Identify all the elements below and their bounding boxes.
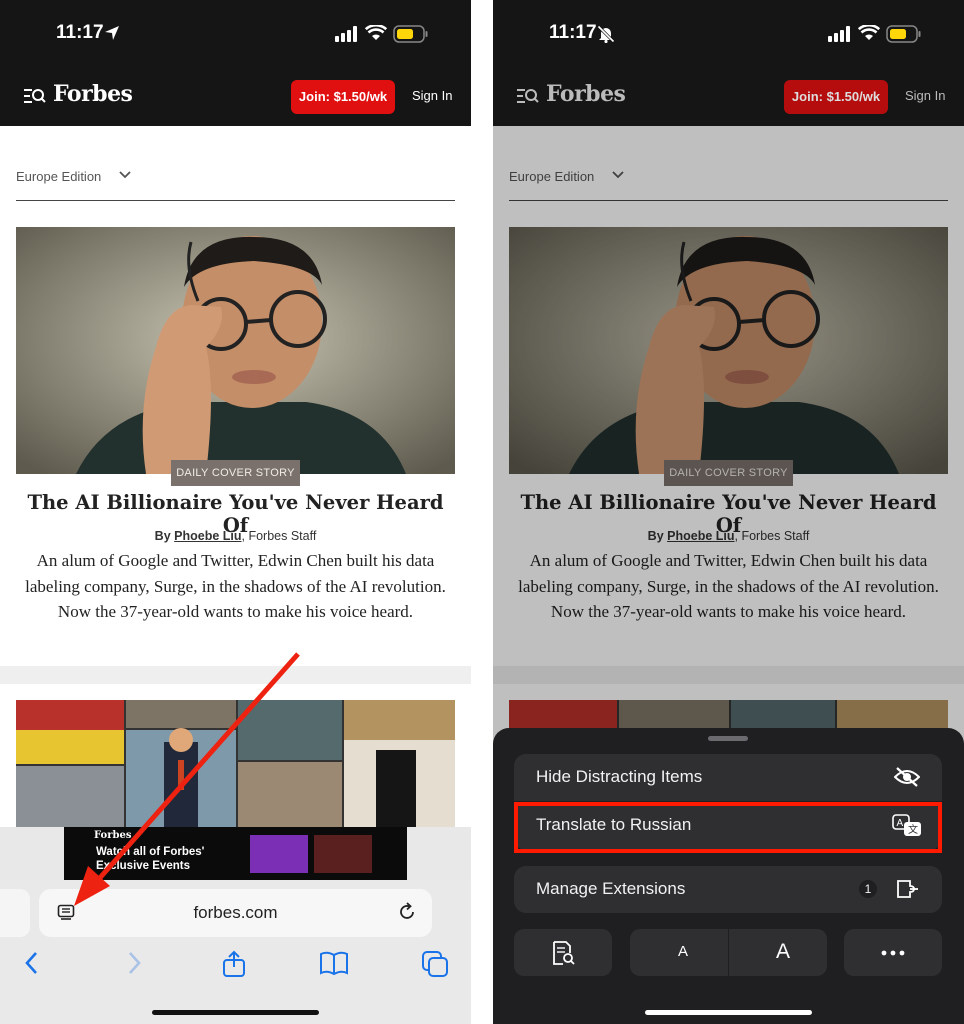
menu-search-icon[interactable]	[517, 87, 539, 105]
reader-search-icon	[553, 941, 575, 965]
sheet-grabber[interactable]	[708, 736, 748, 741]
translate-highlight-box	[514, 802, 942, 853]
hide-distracting-items-label: Hide Distracting Items	[536, 767, 703, 786]
battery-icon	[886, 25, 921, 43]
screenshot-after: 11:17 Forbes Join: $1.50/wk Sign In Euro…	[493, 0, 964, 1024]
home-indicator	[645, 1010, 812, 1015]
reader-button[interactable]	[514, 929, 612, 976]
increase-text-size-button[interactable]: A	[776, 940, 790, 964]
hide-distracting-items-row[interactable]: Hide Distracting Items	[514, 754, 942, 801]
forbes-logo[interactable]: Forbes	[546, 81, 626, 107]
bell-slash-icon	[597, 25, 615, 43]
text-size-control: A A	[630, 929, 827, 976]
extension-count-badge: 1	[859, 880, 877, 898]
decrease-text-size-button[interactable]: A	[678, 943, 688, 960]
eye-slash-icon	[894, 767, 920, 787]
annotation-arrow	[74, 652, 300, 906]
wifi-icon	[858, 25, 880, 40]
page-menu-sheet: Hide Distracting Items Translate to Russ…	[493, 728, 964, 1024]
status-time: 11:17	[549, 22, 597, 43]
manage-extensions-label: Manage Extensions	[536, 879, 686, 898]
ellipsis-icon	[881, 950, 905, 956]
extension-icon	[897, 880, 918, 898]
sign-in-link[interactable]: Sign In	[905, 88, 945, 103]
screenshot-before: 11:17 Forbes Join: $1.50/wk Sign In Euro…	[0, 0, 471, 1024]
more-button[interactable]	[844, 929, 942, 976]
manage-extensions-row[interactable]: Manage Extensions 1	[514, 866, 942, 913]
cellular-signal-icon	[828, 26, 850, 42]
status-bar: 11:17	[493, 0, 964, 68]
text-size-divider	[728, 929, 729, 976]
forbes-header: Forbes Join: $1.50/wk Sign In	[493, 68, 964, 126]
join-button[interactable]: Join: $1.50/wk	[784, 80, 888, 114]
